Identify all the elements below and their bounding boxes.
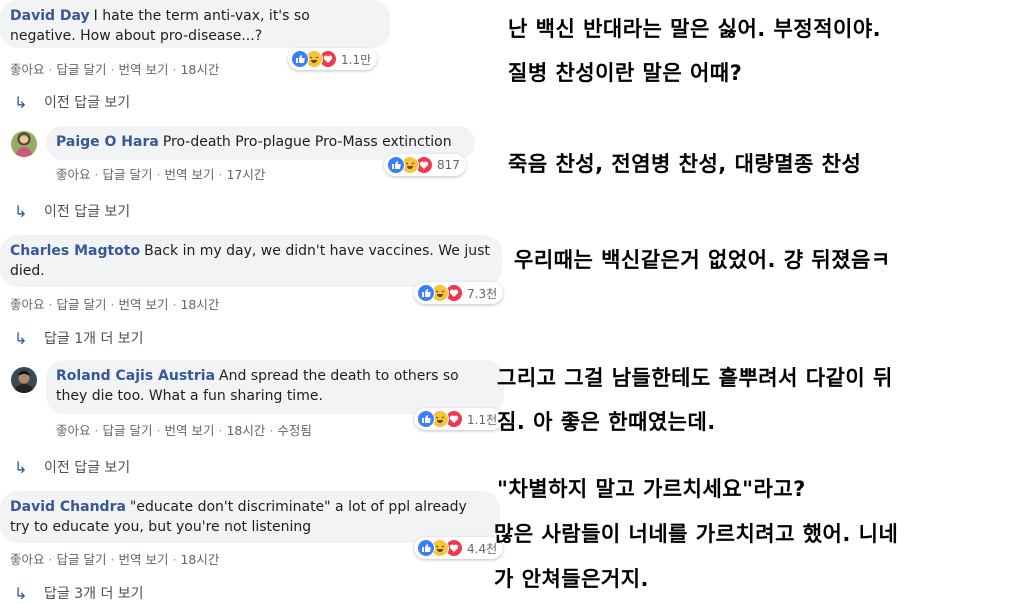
translation-line: 난 백신 반대라는 말은 싫어. 부정적이야. <box>508 17 882 41</box>
reply-link[interactable]: 답글 달기 <box>57 62 107 77</box>
timestamp[interactable]: 18시간 <box>180 62 219 77</box>
translation-line: 질병 찬성이란 말은 어때? <box>508 61 743 85</box>
like-link[interactable]: 좋아요 <box>10 552 45 567</box>
translate-link[interactable]: 번역 보기 <box>164 423 214 438</box>
reaction-count: 817 <box>437 158 460 172</box>
comment-actions: 좋아요 · 답글 달기 · 번역 보기 · 18시간 · 수정됨 <box>56 423 312 438</box>
reply-link[interactable]: 답글 달기 <box>103 423 153 438</box>
comment-bubble: Roland Cajis Austria And spread the death… <box>46 360 504 414</box>
comment-bubble: Charles Magtoto Back in my day, we didn't… <box>0 235 502 287</box>
reaction-summary[interactable]: 7.3천 <box>414 282 504 304</box>
view-previous-replies[interactable]: ↳ 이전 답글 보기 <box>14 457 130 477</box>
avatar[interactable] <box>11 131 37 157</box>
like-icon <box>417 410 435 428</box>
view-previous-replies[interactable]: ↳ 이전 답글 보기 <box>14 92 130 112</box>
edited-label[interactable]: 수정됨 <box>277 423 312 438</box>
timestamp[interactable]: 18시간 <box>226 423 265 438</box>
like-icon <box>291 50 309 68</box>
like-icon <box>417 539 435 557</box>
reply-arrow-icon: ↳ <box>14 328 28 348</box>
like-link[interactable]: 좋아요 <box>10 62 45 77</box>
reaction-summary[interactable]: 817 <box>384 154 466 176</box>
comment-actions: 좋아요 · 답글 달기 · 번역 보기 · 18시간 <box>10 297 220 312</box>
translation-line: 많은 사람들이 너네를 가르치려고 했어. 니네 <box>494 522 899 546</box>
reaction-count: 7.3천 <box>467 286 498 301</box>
reply-link[interactable]: 답글 달기 <box>57 552 107 567</box>
comment-bubble: David Chandra "educate don't discriminate… <box>0 491 500 543</box>
reply-arrow-icon: ↳ <box>14 92 28 112</box>
like-icon <box>387 156 405 174</box>
comment-actions: 좋아요 · 답글 달기 · 번역 보기 · 17시간 <box>56 167 266 182</box>
like-link[interactable]: 좋아요 <box>10 297 45 312</box>
translation-line: 짐. 아 좋은 한때였는데. <box>497 410 716 434</box>
reaction-summary[interactable]: 1.1만 <box>288 48 378 70</box>
reply-link[interactable]: 답글 달기 <box>103 167 153 182</box>
comment-actions: 좋아요 · 답글 달기 · 번역 보기 · 18시간 <box>10 62 220 77</box>
reaction-summary[interactable]: 4.4천 <box>414 537 504 559</box>
timestamp[interactable]: 18시간 <box>180 297 219 312</box>
translation-line: 가 안쳐들은거지. <box>494 567 650 591</box>
comment-author[interactable]: David Day <box>10 8 90 24</box>
comment-author[interactable]: David Chandra <box>10 499 126 515</box>
comment-actions: 좋아요 · 답글 달기 · 번역 보기 · 18시간 <box>10 552 220 567</box>
reply-link[interactable]: 답글 달기 <box>57 297 107 312</box>
translate-link[interactable]: 번역 보기 <box>118 62 168 77</box>
reply-arrow-icon: ↳ <box>14 583 28 603</box>
comment-author[interactable]: Paige O Hara <box>56 134 159 150</box>
like-link[interactable]: 좋아요 <box>56 423 91 438</box>
translate-link[interactable]: 번역 보기 <box>118 297 168 312</box>
translate-link[interactable]: 번역 보기 <box>164 167 214 182</box>
like-icon <box>417 284 435 302</box>
reply-arrow-icon: ↳ <box>14 457 28 477</box>
translation-line: 그리고 그걸 남들한테도 흩뿌려서 다같이 뒤 <box>497 366 893 390</box>
translation-line: 우리때는 백신같은거 없었어. 걍 뒤졌음ㅋ <box>514 248 891 272</box>
reaction-count: 1.1천 <box>467 412 498 427</box>
comment-author[interactable]: Charles Magtoto <box>10 243 140 259</box>
view-more-replies[interactable]: ↳ 답글 3개 더 보기 <box>14 583 144 603</box>
reaction-count: 4.4천 <box>467 541 498 556</box>
translate-link[interactable]: 번역 보기 <box>118 552 168 567</box>
reply-arrow-icon: ↳ <box>14 201 28 221</box>
view-previous-replies[interactable]: ↳ 이전 답글 보기 <box>14 201 130 221</box>
reaction-summary[interactable]: 1.1천 <box>414 408 504 430</box>
comment-author[interactable]: Roland Cajis Austria <box>56 368 215 384</box>
reaction-count: 1.1만 <box>341 52 372 67</box>
timestamp[interactable]: 17시간 <box>226 167 265 182</box>
like-link[interactable]: 좋아요 <box>56 167 91 182</box>
avatar[interactable] <box>11 367 37 393</box>
translation-line: "차별하지 말고 가르치세요"라고? <box>497 477 806 501</box>
timestamp[interactable]: 18시간 <box>180 552 219 567</box>
view-more-replies[interactable]: ↳ 답글 1개 더 보기 <box>14 328 144 348</box>
comment-bubble: David Day I hate the term anti-vax, it's … <box>0 0 390 48</box>
comment-text: Pro-death Pro-plague Pro-Mass extinction <box>162 134 452 150</box>
translation-line: 죽음 찬성, 전염병 찬성, 대량멸종 찬성 <box>508 152 862 176</box>
